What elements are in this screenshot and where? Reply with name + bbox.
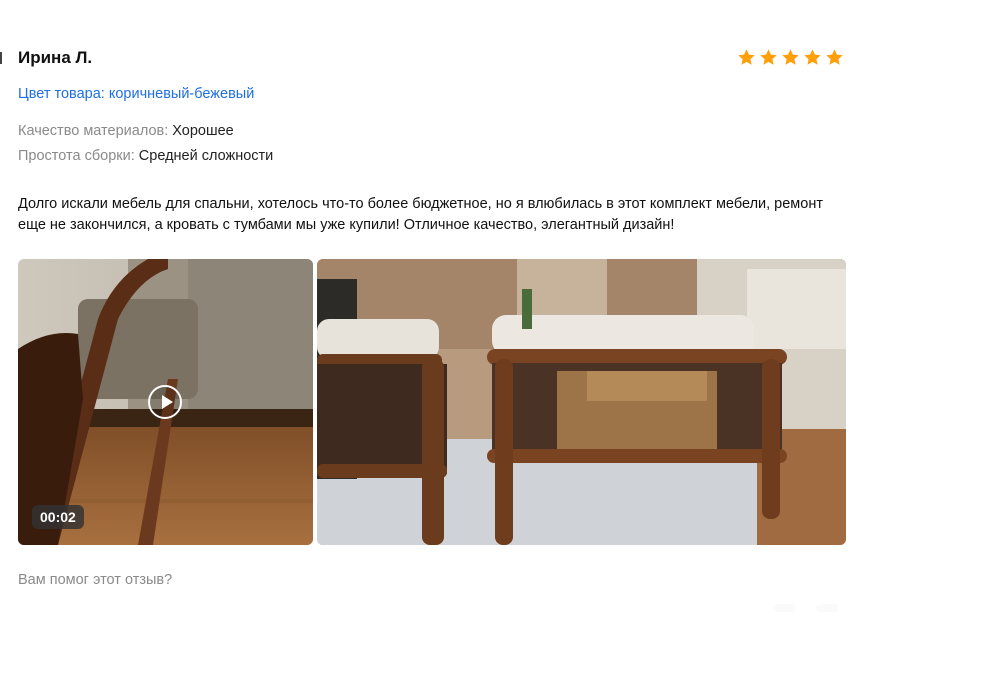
attribute-key: Простота сборки: bbox=[18, 148, 135, 164]
play-icon[interactable] bbox=[148, 385, 182, 419]
product-color-link[interactable]: Цвет товара: коричневый-бежевый bbox=[18, 86, 254, 102]
star-icon bbox=[760, 49, 777, 65]
star-icon bbox=[826, 49, 843, 65]
review-text: Долго искали мебель для спальни, хотелос… bbox=[18, 196, 823, 233]
like-button[interactable] bbox=[774, 604, 796, 612]
review-photo-thumbnail[interactable] bbox=[317, 259, 846, 545]
star-icon bbox=[738, 49, 755, 65]
review-author: Ирина Л. bbox=[18, 48, 93, 67]
attribute-value: Хорошее bbox=[172, 123, 234, 139]
star-icon bbox=[804, 49, 821, 65]
helpful-question: Вам помог этот отзыв? bbox=[18, 572, 173, 588]
photo-image bbox=[317, 259, 846, 545]
rating-stars bbox=[737, 48, 844, 67]
attribute-key: Качество материалов: bbox=[18, 123, 169, 139]
video-duration: 00:02 bbox=[32, 505, 84, 529]
star-icon bbox=[782, 49, 799, 65]
page-edge-marker bbox=[0, 52, 2, 64]
review-video-thumbnail[interactable]: 00:02 bbox=[18, 259, 313, 545]
attribute-value: Средней сложности bbox=[138, 148, 274, 164]
dislike-button[interactable] bbox=[816, 604, 838, 612]
attribute-materials-quality: Качество материалов: Хорошее bbox=[18, 123, 234, 139]
attribute-assembly-ease: Простота сборки: Средней сложности bbox=[18, 148, 273, 164]
